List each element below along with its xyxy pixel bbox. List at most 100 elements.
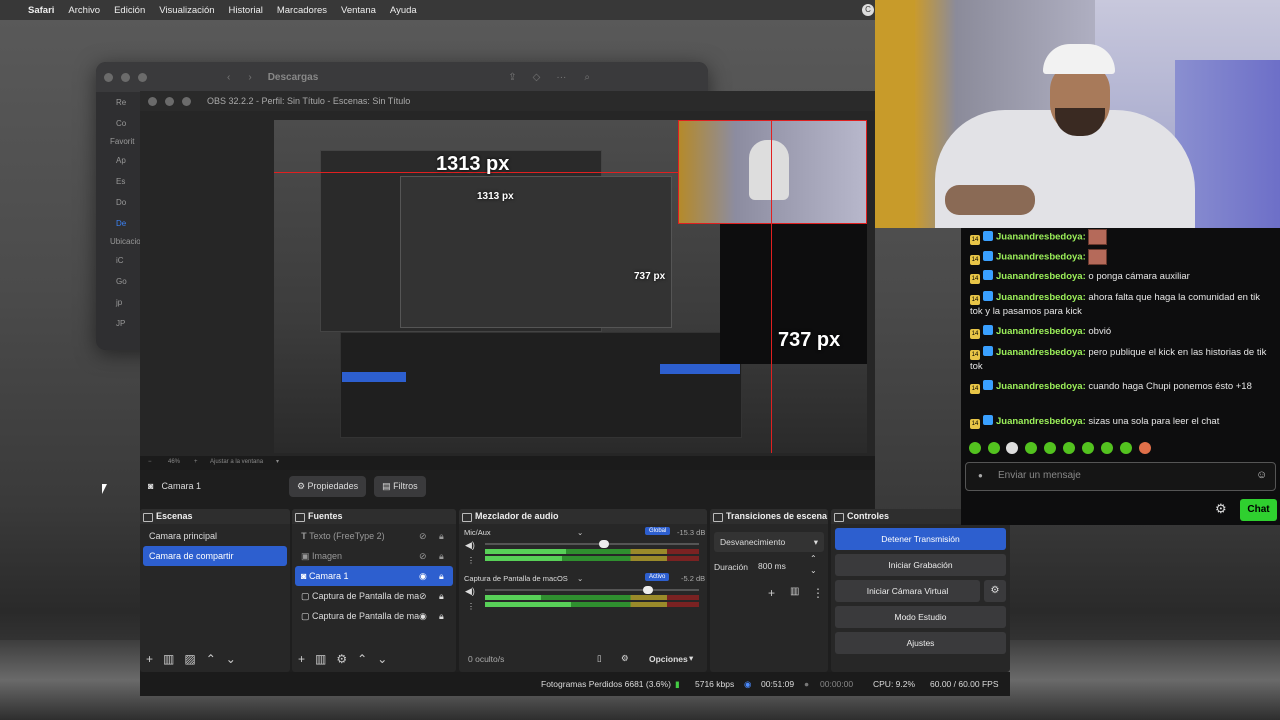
zoom-button[interactable] xyxy=(138,72,147,82)
minimize-button[interactable] xyxy=(165,96,174,106)
menu-item-marcadores[interactable]: Marcadores xyxy=(277,5,327,16)
zoom-button[interactable] xyxy=(182,96,191,106)
sidebar-item[interactable]: Co xyxy=(96,113,142,134)
emoji-icon[interactable]: ☺ xyxy=(1256,469,1267,481)
chat-username[interactable]: Juanandresbedoya: xyxy=(996,271,1086,282)
close-button[interactable] xyxy=(148,96,157,106)
zoom-in-icon[interactable]: + xyxy=(194,459,198,465)
search-icon[interactable]: ⌕ xyxy=(584,72,590,83)
more-icon[interactable]: ⋮ xyxy=(812,586,824,600)
emote-icon[interactable] xyxy=(1006,442,1018,454)
emote-icon[interactable] xyxy=(969,442,981,454)
sidebar-item[interactable]: Go xyxy=(96,271,142,292)
chat-username[interactable]: Juanandresbedoya: xyxy=(996,347,1086,358)
studio-mode-button[interactable]: Modo Estudio xyxy=(835,606,1006,628)
add-icon[interactable]: + xyxy=(768,586,775,600)
chat-username[interactable]: Juanandresbedoya: xyxy=(996,292,1086,303)
settings-icon[interactable]: ⋮ xyxy=(467,556,475,565)
source-item[interactable]: ▢ Captura de Pantalla de mac ⊘ 🔒︎ xyxy=(295,586,453,606)
menu-item-ventana[interactable]: Ventana xyxy=(341,5,376,16)
trash-icon[interactable]: ▥ xyxy=(790,586,799,597)
chat-username[interactable]: Juanandresbedoya: xyxy=(996,326,1086,337)
close-button[interactable] xyxy=(104,72,113,82)
emote-icon[interactable] xyxy=(1120,442,1132,454)
back-icon[interactable]: ‹ xyxy=(227,72,230,83)
source-item-selected[interactable]: ◙ Camara 1 ◉ 🔒︎ xyxy=(295,566,453,586)
slider-handle[interactable] xyxy=(643,586,653,594)
eye-slash-icon[interactable]: ⊘ xyxy=(419,586,427,606)
sidebar-item[interactable]: JP xyxy=(96,313,142,334)
trash-icon[interactable]: ▥ xyxy=(163,652,184,666)
sidebar-item[interactable]: De xyxy=(96,213,142,234)
volume-slider[interactable] xyxy=(485,586,699,594)
chat-username[interactable]: Juanandresbedoya: xyxy=(996,381,1086,392)
sidebar-item[interactable]: Es xyxy=(96,171,142,192)
scene-item-selected[interactable]: Camara de compartir xyxy=(143,546,287,566)
lock-icon[interactable]: 🔒︎ xyxy=(439,566,444,586)
emote-icon[interactable] xyxy=(988,442,1000,454)
stepper-up-icon[interactable]: ⌃ xyxy=(810,554,817,563)
emote-icon[interactable] xyxy=(1082,442,1094,454)
zoom-out-icon[interactable]: − xyxy=(148,459,152,465)
chevron-down-icon[interactable]: ⌄ xyxy=(577,574,583,583)
chat-username[interactable]: Juanandresbedoya: xyxy=(996,416,1086,427)
menu-app-name[interactable]: Safari xyxy=(28,5,54,16)
menu-item-historial[interactable]: Historial xyxy=(229,5,263,16)
arrow-up-icon[interactable]: ⌃ xyxy=(206,652,226,666)
trash-icon[interactable]: ▥ xyxy=(315,652,336,666)
layout-icon[interactable]: ▯ xyxy=(597,653,602,664)
more-icon[interactable]: ··· xyxy=(556,72,566,83)
eye-icon[interactable]: ◉ xyxy=(419,566,427,586)
source-item[interactable]: ▣ Imagen ⊘ 🔒︎ xyxy=(295,546,453,566)
arrow-down-icon[interactable]: ⌄ xyxy=(226,652,246,666)
start-recording-button[interactable]: Iniciar Grabación xyxy=(835,554,1006,576)
chat-username[interactable]: Juanandresbedoya: xyxy=(996,252,1086,263)
lock-icon[interactable]: 🔒︎ xyxy=(439,606,444,626)
zoom-fit-label[interactable]: Ajustar a la ventana xyxy=(210,459,263,465)
share-icon[interactable]: ⇪ xyxy=(508,72,516,83)
properties-button[interactable]: ⚙ Propiedades xyxy=(288,475,367,497)
obs-preview[interactable]: 1313 px 737 px 1313 px 737 px xyxy=(140,111,875,456)
sidebar-item[interactable]: Do xyxy=(96,192,142,213)
eye-icon[interactable]: ◉ xyxy=(419,606,427,626)
emote-icon[interactable] xyxy=(1101,442,1113,454)
eye-slash-icon[interactable]: ⊘ xyxy=(419,526,427,546)
volume-slider[interactable] xyxy=(485,540,699,548)
preview-canvas[interactable]: 1313 px 737 px 1313 px 737 px xyxy=(274,120,867,453)
source-item[interactable]: ▢ Captura de Pantalla de mac ◉ 🔒︎ xyxy=(295,606,453,626)
arrow-down-icon[interactable]: ⌄ xyxy=(377,652,397,666)
chat-username[interactable]: Juanandresbedoya: xyxy=(996,232,1086,243)
menu-item-visualizacion[interactable]: Visualización xyxy=(159,5,214,16)
stepper-down-icon[interactable]: ⌄ xyxy=(810,566,817,575)
chevron-down-icon[interactable]: ▾ xyxy=(276,458,279,465)
add-icon[interactable]: + xyxy=(298,652,315,666)
transition-select[interactable]: Desvanecimiento ▾ xyxy=(714,532,824,552)
menu-item-ayuda[interactable]: Ayuda xyxy=(390,5,417,16)
arrow-up-icon[interactable]: ⌃ xyxy=(357,652,377,666)
sidebar-item[interactable]: Re xyxy=(96,92,142,113)
lock-icon[interactable]: 🔒︎ xyxy=(439,586,444,606)
chevron-down-icon[interactable]: ▾ xyxy=(689,653,693,664)
lock-icon[interactable]: 🔒︎ xyxy=(439,526,444,546)
volume-icon[interactable]: ◀︎) xyxy=(465,586,475,597)
emote-icon[interactable] xyxy=(1044,442,1056,454)
forward-icon[interactable]: › xyxy=(248,72,251,83)
gear-icon[interactable]: ⚙ xyxy=(1215,501,1227,517)
sidebar-item[interactable]: iC xyxy=(96,250,142,271)
volume-icon[interactable]: ◀︎) xyxy=(465,540,475,551)
duration-input[interactable]: 800 ms xyxy=(756,558,808,574)
scene-item[interactable]: Camara principal xyxy=(143,526,287,546)
minimize-button[interactable] xyxy=(121,72,130,82)
menu-item-archivo[interactable]: Archivo xyxy=(68,5,100,16)
advanced-audio-icon[interactable]: ⚙ xyxy=(621,653,629,664)
gear-icon[interactable]: ⚙ xyxy=(336,652,357,666)
chevron-down-icon[interactable]: ⌄ xyxy=(577,528,583,537)
sidebar-item[interactable]: Ap xyxy=(96,150,142,171)
control-center-icon[interactable]: C xyxy=(862,4,874,16)
settings-icon[interactable]: ⋮ xyxy=(467,602,475,611)
stop-streaming-button[interactable]: Detener Transmisión xyxy=(835,528,1006,550)
add-icon[interactable]: + xyxy=(146,652,163,666)
virtual-camera-settings-icon[interactable]: ⚙ xyxy=(984,580,1006,602)
send-chat-button[interactable]: Chat xyxy=(1240,499,1277,521)
emote-icon[interactable] xyxy=(1063,442,1075,454)
